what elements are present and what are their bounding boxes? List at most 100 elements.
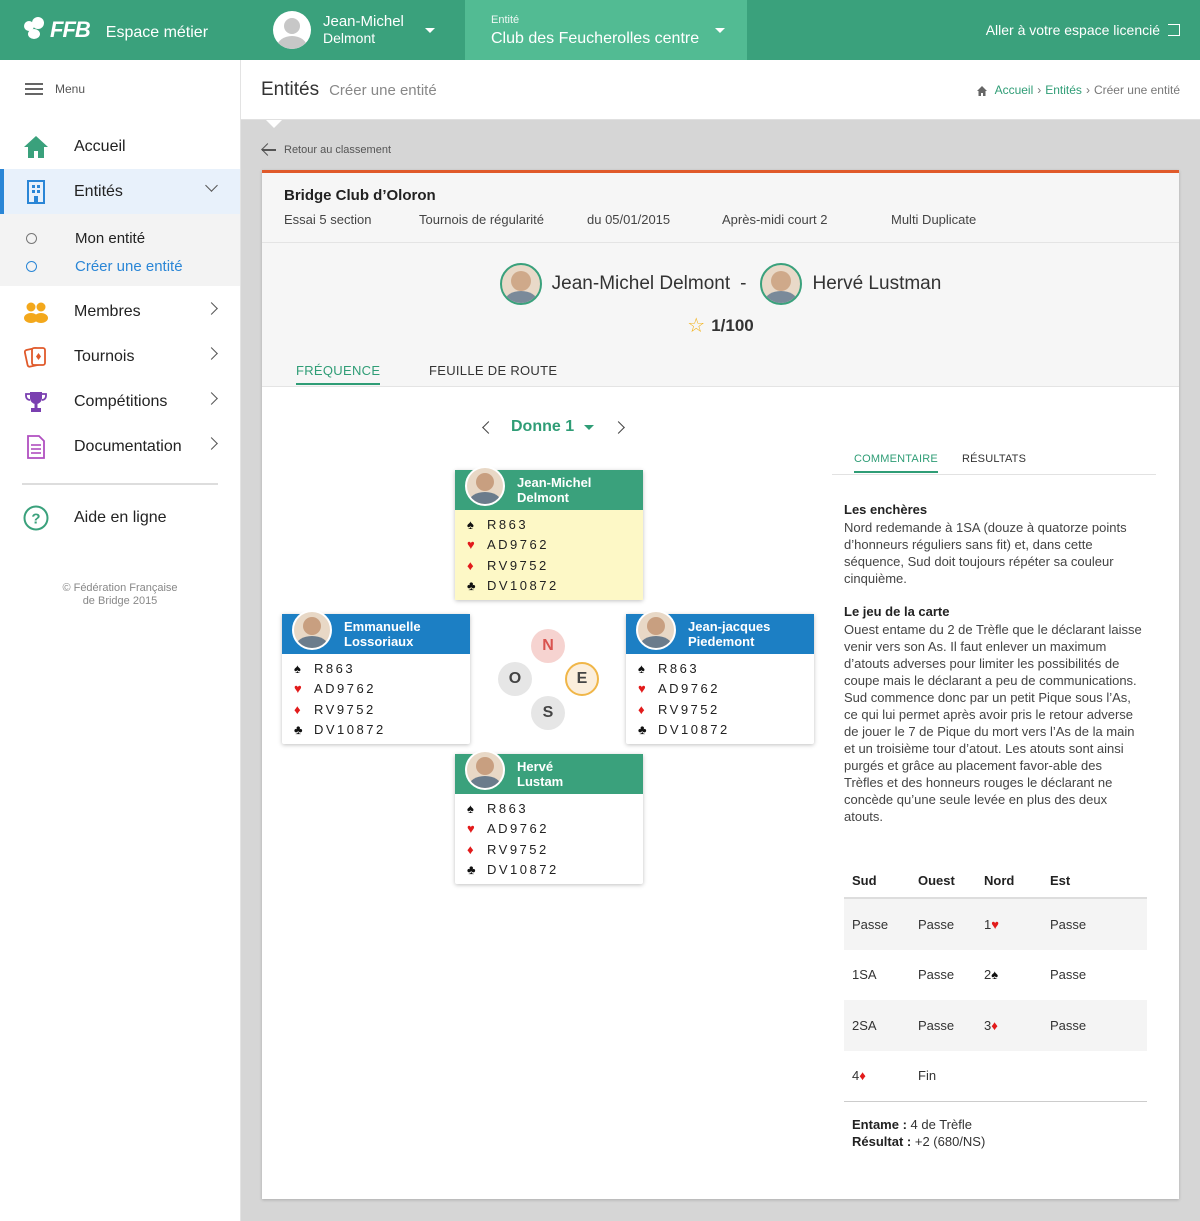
tab-frequence[interactable]: FRÉQUENCE	[296, 363, 381, 385]
chevron-right-icon[interactable]	[205, 302, 218, 315]
chevron-right-icon[interactable]	[612, 420, 625, 434]
compass-east[interactable]: E	[565, 662, 599, 696]
compass-south[interactable]: S	[531, 696, 565, 730]
menu-label: Menu	[55, 82, 86, 96]
section-text: Nord redemande à 1SA (douze à quatorze p…	[844, 520, 1127, 586]
licence-link-label: Aller à votre espace licencié	[985, 22, 1160, 38]
chevron-right-icon[interactable]	[205, 437, 218, 450]
trophy-icon	[22, 388, 50, 416]
breadcrumb-accueil[interactable]: Accueil	[995, 83, 1034, 97]
brand[interactable]: FFB Espace métier	[0, 0, 241, 60]
cards-icon	[22, 343, 50, 371]
sidebar-item-accueil[interactable]: Accueil	[0, 124, 240, 169]
hand-cards: ♠ R863 ♥ AD9762 ♦ RV9752 ♣ DV10872	[455, 510, 643, 600]
tab-commentaire[interactable]: COMMENTAIRE	[854, 453, 938, 473]
help-icon: ?	[22, 504, 50, 532]
entity-selector[interactable]: Entité Club des Feucherolles centre	[465, 0, 747, 60]
licence-link[interactable]: Aller à votre espace licencié	[747, 0, 1200, 60]
chevron-down-icon[interactable]	[425, 28, 435, 33]
result-line: Résultat : +2 (680/NS)	[852, 1133, 1139, 1150]
sidebar-subitem-creer-entite[interactable]: Créer une entité	[0, 252, 240, 280]
compass-north[interactable]: N	[531, 629, 565, 663]
tab-resultats[interactable]: RÉSULTATS	[962, 453, 1026, 465]
top-bar: FFB Espace métier Jean-Michel Delmont En…	[0, 0, 1200, 60]
sidebar-item-tournois[interactable]: Tournois	[0, 334, 240, 379]
avatar	[636, 610, 676, 650]
heart-icon: ♥	[467, 821, 475, 837]
player-last-name: Lustam	[517, 774, 564, 789]
chevron-right-icon[interactable]	[205, 347, 218, 360]
chevron-left-icon[interactable]	[482, 420, 495, 434]
table-cell: Passe	[1050, 967, 1087, 983]
suit-row: ♥ AD9762	[467, 819, 643, 840]
diamond-icon: ♦	[294, 701, 301, 717]
breadcrumb: Accueil › Entités › Créer une entité	[976, 83, 1180, 97]
copyright-line: © Fédération Française	[62, 582, 178, 594]
player-last-name: Delmont	[517, 490, 569, 505]
app-title: Espace métier	[105, 24, 209, 41]
hand-east: Jean-jacques Piedemont ♠ R863 ♥ AD9762 ♦ RV9…	[626, 610, 814, 744]
entame-line: Entame : 4 de Trèfle	[852, 1116, 1139, 1133]
sidebar-subitem-label: Mon entité	[75, 229, 146, 247]
rank-value: 1/100	[711, 316, 754, 335]
logo-text: FFB	[50, 17, 91, 42]
card-values: RV9752	[487, 841, 549, 857]
exit-icon	[1168, 24, 1180, 36]
circle-icon	[26, 232, 37, 244]
player-first-name: Hervé	[517, 759, 554, 774]
card-values: RV9752	[487, 557, 549, 573]
meta-item: Après-midi court 2	[722, 212, 828, 227]
svg-text:?: ?	[31, 510, 40, 527]
card-values: DV10872	[658, 722, 730, 738]
logo-mark-icon	[22, 17, 48, 43]
sidebar-subitem-mon-entite[interactable]: Mon entité	[0, 224, 240, 252]
user-menu[interactable]: Jean-Michel Delmont	[241, 0, 465, 60]
player-name[interactable]: Hervé Lustman	[812, 273, 941, 295]
circle-icon	[26, 260, 37, 272]
club-icon: ♣	[294, 722, 303, 738]
bidding-header: Sud Ouest Nord Est	[844, 863, 1147, 899]
table-cell: Passe	[1050, 1017, 1087, 1033]
breadcrumb-entites[interactable]: Entités	[1045, 83, 1082, 97]
page-title: Entités	[261, 78, 320, 100]
deal-selector[interactable]: Donne 1	[511, 418, 574, 436]
menu-toggle[interactable]: Menu	[0, 60, 240, 118]
sidebar-item-competitions[interactable]: Compétitions	[0, 379, 240, 424]
tab-feuille-de-route[interactable]: FEUILLE DE ROUTE	[429, 363, 557, 378]
avatar	[465, 466, 505, 506]
sidebar-item-entites[interactable]: Entités	[0, 169, 240, 214]
back-link[interactable]: Retour au classement	[262, 144, 391, 156]
chevron-right-icon[interactable]	[205, 392, 218, 405]
avatar	[292, 610, 332, 650]
suit-row: ♦ RV9752	[467, 555, 643, 576]
table-cell: 1SA	[852, 967, 877, 983]
club-icon: ♣	[467, 578, 476, 594]
player-first-name: Jean-Michel	[517, 475, 592, 490]
hand-header: Hervé Lustam	[455, 750, 643, 794]
hand-header: Jean-jacques Piedemont	[626, 610, 814, 654]
chevron-down-icon[interactable]	[205, 179, 218, 192]
player-name[interactable]: Jean-Michel Delmont	[552, 273, 730, 295]
caret-down-icon[interactable]	[584, 424, 595, 430]
suit-row: ♦ RV9752	[467, 839, 643, 860]
ffb-logo[interactable]: FFB	[22, 17, 91, 43]
suit-row: ♣ DV10872	[638, 720, 814, 741]
avatar	[499, 263, 542, 305]
home-icon[interactable]	[976, 85, 987, 96]
sidebar-item-membres[interactable]: Membres	[0, 289, 240, 334]
column-header: Est	[1050, 872, 1071, 888]
sidebar-item-label: Compétitions	[74, 392, 168, 410]
hand-header: Jean-Michel Delmont	[455, 466, 643, 510]
entame-value: 4 de Trèfle	[910, 1117, 972, 1132]
sidebar-item-label: Tournois	[74, 347, 135, 365]
hamburger-icon[interactable]	[25, 83, 43, 95]
compass-west[interactable]: O	[498, 662, 532, 696]
suit-row: ♠ R863	[467, 798, 643, 819]
card-values: R863	[487, 800, 529, 816]
page-subtitle: Créer une entité	[329, 82, 437, 99]
sidebar-item-documentation[interactable]: Documentation	[0, 424, 240, 469]
table-cell: 1♥	[976, 917, 1042, 932]
deal-navigator: Donne 1	[482, 418, 625, 436]
sidebar-item-aide[interactable]: ? Aide en ligne	[0, 495, 240, 540]
chevron-down-icon[interactable]	[715, 28, 725, 33]
